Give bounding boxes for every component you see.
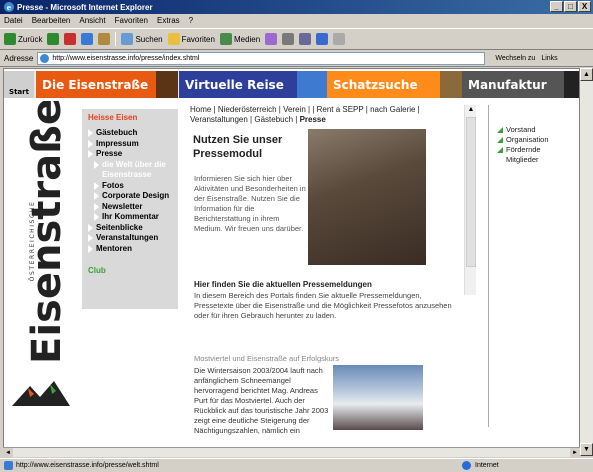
horizontal-scrollbar[interactable]: ◄ ► bbox=[3, 447, 580, 458]
menu-bar: Datei Bearbeiten Ansicht Favoriten Extra… bbox=[0, 14, 593, 27]
page-title: Nutzen Sie unser Pressemodul bbox=[193, 134, 283, 160]
news-photo bbox=[333, 365, 423, 430]
media-icon bbox=[219, 33, 232, 45]
nav-image-3 bbox=[440, 71, 462, 98]
eisenstrasse-logo-icon: ÖSTERREICHISCHE Eisenstraße bbox=[12, 98, 70, 406]
address-bar: Adresse http://www.eisenstrasse.info/pre… bbox=[0, 51, 593, 67]
nav-die-eisenstrasse[interactable]: Die Eisenstraße bbox=[36, 71, 156, 98]
toolbar-separator bbox=[115, 32, 117, 46]
ie-logo-icon: e bbox=[4, 2, 14, 12]
menu-extras[interactable]: Extras bbox=[157, 16, 180, 25]
mail-icon[interactable] bbox=[282, 33, 295, 45]
status-url: http://www.eisenstrasse.info/presse/welt… bbox=[16, 462, 159, 469]
leftnav-item[interactable]: die Welt über die Eisenstrasse bbox=[88, 160, 178, 181]
go-button[interactable]: Wechseln zu bbox=[495, 55, 535, 62]
home-icon[interactable] bbox=[98, 33, 111, 45]
rightnav-item[interactable]: Fördernde Mitglieder bbox=[497, 145, 568, 165]
print-icon[interactable] bbox=[299, 33, 312, 45]
content-scrollbar[interactable]: ▲ bbox=[464, 105, 476, 295]
links-button[interactable]: Links bbox=[541, 55, 557, 62]
right-navigation: Vorstand Organisation Fördernde Mitglied… bbox=[488, 105, 568, 427]
leftnav-item[interactable]: Mentoren bbox=[88, 244, 178, 255]
leftnav-item[interactable]: Presse bbox=[88, 149, 178, 160]
leftnav-item[interactable]: Ihr Kommentar bbox=[88, 212, 178, 223]
page-viewport: Start Die Eisenstraße Virtuelle Reise Sc… bbox=[3, 68, 580, 456]
leftnav-club[interactable]: Club bbox=[82, 254, 178, 275]
news-link[interactable]: Mostviertel und Eisenstraße auf Erfolgsk… bbox=[194, 354, 414, 363]
menu-bearbeiten[interactable]: Bearbeiten bbox=[32, 16, 71, 25]
news-text: Die Wintersaison 2003/2004 lauft nach an… bbox=[194, 366, 329, 435]
menu-datei[interactable]: Datei bbox=[4, 16, 23, 25]
address-label: Adresse bbox=[4, 54, 34, 63]
forward-arrow-icon[interactable] bbox=[47, 33, 60, 45]
globe-icon bbox=[462, 461, 471, 470]
title-bar: e Presse - Microsoft Internet Explorer _… bbox=[0, 0, 593, 14]
security-zone: Internet bbox=[462, 461, 499, 470]
leftnav-item[interactable]: Corporate Design bbox=[88, 191, 178, 202]
window-title: Presse - Microsoft Internet Explorer bbox=[17, 2, 153, 12]
nav-virtuelle-reise[interactable]: Virtuelle Reise bbox=[179, 71, 297, 98]
history-icon[interactable] bbox=[265, 33, 278, 45]
intro-text: Informieren Sie sich hier über Aktivität… bbox=[194, 174, 306, 233]
press-photo bbox=[308, 129, 426, 265]
scroll-right-button[interactable]: ► bbox=[570, 448, 580, 458]
leftnav-item[interactable]: Fotos bbox=[88, 181, 178, 192]
status-bar: http://www.eisenstrasse.info/presse/welt… bbox=[0, 458, 593, 472]
leftnav-item[interactable]: Impressum bbox=[88, 139, 178, 150]
subheading: Hier finden Sie die aktuellen Pressemeld… bbox=[194, 280, 372, 289]
scroll-up-button[interactable]: ▲ bbox=[580, 68, 593, 81]
menu-ansicht[interactable]: Ansicht bbox=[79, 16, 105, 25]
svg-text:Eisenstraße: Eisenstraße bbox=[24, 101, 70, 364]
leftnav-item[interactable]: Newsletter bbox=[88, 202, 178, 213]
nav-image-4 bbox=[564, 71, 579, 98]
rightnav-item[interactable]: Vorstand bbox=[497, 125, 568, 135]
breadcrumb[interactable]: Home | Niederösterreich | Verein | | Ren… bbox=[190, 105, 452, 125]
start-button[interactable]: Start bbox=[4, 71, 34, 98]
address-input[interactable]: http://www.eisenstrasse.info/presse/inde… bbox=[37, 52, 486, 65]
stop-icon[interactable] bbox=[64, 33, 77, 45]
minimize-button[interactable]: _ bbox=[550, 1, 563, 12]
search-icon bbox=[121, 33, 134, 45]
maximize-button[interactable]: □ bbox=[564, 1, 577, 12]
window-scrollbar[interactable]: ▲ ▼ bbox=[580, 68, 593, 456]
site-logo[interactable]: ÖSTERREICHISCHE Eisenstraße bbox=[4, 98, 78, 431]
leftnav-item[interactable]: Seitenblicke bbox=[88, 223, 178, 234]
menu-favoriten[interactable]: Favoriten bbox=[115, 16, 148, 25]
back-arrow-icon bbox=[4, 33, 16, 45]
page-icon bbox=[40, 54, 50, 63]
discuss-icon[interactable] bbox=[333, 33, 346, 45]
left-navigation: Heisse Eisen Gästebuch Impressum Presse … bbox=[82, 109, 178, 309]
favorites-button[interactable]: Favoriten bbox=[167, 33, 215, 45]
leftnav-header[interactable]: Heisse Eisen bbox=[82, 109, 178, 122]
nav-schatzsuche[interactable]: Schatzsuche bbox=[327, 71, 440, 98]
close-button[interactable]: X bbox=[578, 1, 591, 12]
search-button[interactable]: Suchen bbox=[121, 33, 163, 45]
menu-help[interactable]: ? bbox=[189, 16, 193, 25]
body-text: In diesem Bereich des Portals finden Sie… bbox=[194, 291, 452, 320]
leftnav-item[interactable]: Gästebuch bbox=[88, 128, 178, 139]
favorites-icon bbox=[167, 33, 180, 45]
scroll-thumb[interactable] bbox=[466, 117, 476, 267]
nav-image-2 bbox=[297, 71, 327, 98]
nav-manufaktur[interactable]: Manufaktur bbox=[462, 71, 564, 98]
rightnav-item[interactable]: Organisation bbox=[497, 135, 568, 145]
page-status-icon bbox=[4, 461, 13, 470]
scroll-left-button[interactable]: ◄ bbox=[3, 448, 13, 458]
back-button[interactable]: Zurück bbox=[4, 33, 42, 45]
media-button[interactable]: Medien bbox=[219, 33, 260, 45]
toolbar: Zurück Suchen Favoriten Medien bbox=[0, 28, 593, 50]
scroll-down-button[interactable]: ▼ bbox=[580, 443, 593, 456]
refresh-icon[interactable] bbox=[81, 33, 94, 45]
edit-icon[interactable] bbox=[316, 33, 329, 45]
leftnav-item[interactable]: Veranstaltungen bbox=[88, 233, 178, 244]
top-nav: Start Die Eisenstraße Virtuelle Reise Sc… bbox=[4, 71, 579, 98]
scroll-up-icon[interactable]: ▲ bbox=[465, 105, 477, 115]
nav-image-1 bbox=[156, 71, 178, 98]
